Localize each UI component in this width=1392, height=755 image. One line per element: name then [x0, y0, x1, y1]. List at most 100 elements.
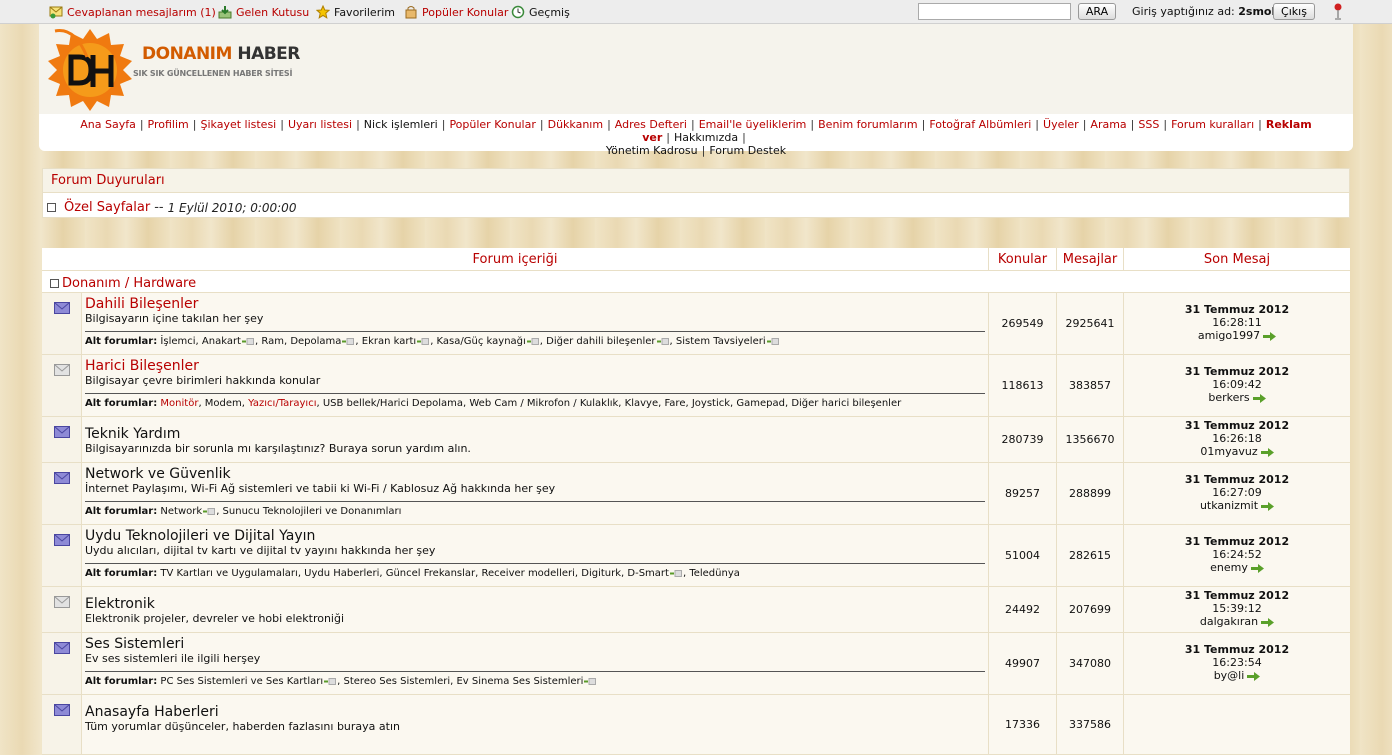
subforum-link[interactable]: Klavye, Fare, Joystick, Gamepad — [625, 398, 785, 409]
nav-link[interactable]: Forum Destek — [709, 144, 786, 157]
last-post-user-link[interactable]: enemy — [1210, 561, 1248, 574]
subforum-link[interactable]: Sistem Tavsiyeleri — [676, 336, 766, 347]
go-to-last-post-arrow-icon[interactable] — [1247, 671, 1261, 681]
forum-title-link[interactable]: Ses Sistemleri — [85, 636, 988, 652]
go-to-last-post-arrow-icon[interactable] — [1250, 563, 1264, 573]
go-to-last-post-arrow-icon[interactable] — [1260, 447, 1274, 457]
nav-link[interactable]: Ana Sayfa — [80, 118, 136, 131]
favorites-link[interactable]: Favorilerim — [316, 4, 395, 20]
subforum-link[interactable]: Ram — [261, 336, 284, 347]
posts-count-cell: 207699 — [1056, 587, 1123, 632]
posts-count: 288899 — [1069, 487, 1111, 500]
nav-link[interactable]: Benim forumlarım — [818, 118, 917, 131]
last-post-date: 31 Temmuz 2012 — [1184, 303, 1290, 316]
nav-separator: | — [810, 118, 815, 131]
popular-topics-link[interactable]: Popüler Konular — [404, 4, 508, 20]
topics-count: 49907 — [1005, 657, 1040, 670]
forum-title-link[interactable]: Anasayfa Haberleri — [85, 704, 988, 720]
forum-description: Bilgisayar çevre birimleri hakkında konu… — [85, 374, 321, 387]
nav-link[interactable]: Forum kuralları — [1171, 118, 1254, 131]
subforum-link[interactable]: Diğer dahili bileşenler — [546, 336, 655, 347]
forum-title-link[interactable]: Dahili Bileşenler — [85, 296, 988, 312]
subforum-link[interactable]: Receiver modelleri — [482, 568, 575, 579]
go-to-last-post-arrow-icon[interactable] — [1261, 501, 1275, 511]
subforum-link[interactable]: Ev Sinema Ses Sistemleri — [456, 676, 583, 687]
subforum-link[interactable]: Sunucu Teknolojileri ve Donanımları — [223, 506, 402, 517]
inbox-link[interactable]: Gelen Kutusu — [218, 4, 309, 20]
nav-separator: | — [1258, 118, 1262, 131]
forum-info-cell: Harici Bileşenler Bilgisayar çevre biriml… — [83, 355, 988, 416]
forum-row: Elektronik Elektronik projeler, devreler … — [42, 587, 1350, 633]
table-header: Forum içeriği Konular Mesajlar Son Mesaj — [42, 248, 1350, 271]
subforum-link[interactable]: Web Cam / Mikrofon / Kulaklık — [469, 398, 618, 409]
donanimhaber-logo-icon[interactable] — [45, 27, 135, 113]
nav-link[interactable]: Fotoğraf Albümleri — [929, 118, 1031, 131]
last-post-user-link[interactable]: utkanizmit — [1200, 499, 1258, 512]
nav-link[interactable]: Yönetim Kadrosu — [606, 144, 698, 157]
subforum-link[interactable]: İşlemci — [160, 336, 195, 347]
announcement-link[interactable]: Özel Sayfalar — [64, 200, 150, 215]
forum-title-link[interactable]: Network ve Güvenlik — [85, 466, 988, 482]
subforum-link[interactable]: Yazıcı/Tarayıcı — [248, 398, 316, 409]
subforum-link[interactable]: Network — [160, 506, 202, 517]
subforum-link[interactable]: Kasa/Güç kaynağı — [437, 336, 526, 347]
search-button[interactable]: ARA — [1078, 3, 1116, 20]
forum-description: Bilgisayarın içine takılan her şey — [85, 312, 264, 325]
subforum-link[interactable]: Teledünya — [689, 568, 740, 579]
replied-messages-link[interactable]: Cevaplanan mesajlarım (1) — [49, 4, 216, 20]
subforum-link[interactable]: PC Ses Sistemleri ve Ses Kartları — [160, 676, 323, 687]
subforum-link[interactable]: Modem — [205, 398, 242, 409]
subforum-link[interactable]: Monitör — [160, 398, 198, 409]
forum-title-link[interactable]: Elektronik — [85, 596, 988, 612]
nav-separator: | — [1082, 118, 1087, 131]
subforum-link[interactable]: USB bellek/Harici Depolama — [323, 398, 463, 409]
nav-link[interactable]: Popüler Konular — [449, 118, 535, 131]
nav-separator: | — [701, 144, 706, 157]
last-post-user-link[interactable]: amigo1997 — [1198, 329, 1260, 342]
nav-link[interactable]: Şikayet listesi — [200, 118, 276, 131]
subforum-link[interactable]: Digiturk — [581, 568, 621, 579]
nav-link[interactable]: Üyeler — [1043, 118, 1079, 131]
subforum-link[interactable]: Ekran kartı — [362, 336, 416, 347]
nav-link[interactable]: Hakkımızda — [674, 131, 738, 144]
nav-link[interactable]: Email'le üyeliklerim — [699, 118, 807, 131]
search-input[interactable] — [918, 3, 1071, 20]
go-to-last-post-arrow-icon[interactable] — [1263, 331, 1277, 341]
forum-title-link[interactable]: Teknik Yardım — [85, 426, 988, 442]
nav-separator: | — [356, 118, 360, 131]
nav-link[interactable]: Arama — [1090, 118, 1126, 131]
last-post-date: 31 Temmuz 2012 — [1184, 535, 1290, 548]
subforum-link[interactable]: Uydu Haberleri — [304, 568, 379, 579]
logout-button[interactable]: Çıkış — [1273, 3, 1315, 20]
subforum-link[interactable]: Stereo Ses Sistemleri — [344, 676, 451, 687]
forum-title-link[interactable]: Uydu Teknolojileri ve Dijital Yayın — [85, 528, 988, 544]
last-post-user-link[interactable]: 01myavuz — [1200, 445, 1257, 458]
last-post-date: 31 Temmuz 2012 — [1184, 643, 1290, 656]
nav-link[interactable]: Dükkanım — [548, 118, 603, 131]
history-link[interactable]: Geçmiş — [511, 4, 570, 20]
nav-link[interactable]: SSS — [1138, 118, 1159, 131]
forum-title-link[interactable]: Harici Bileşenler — [85, 358, 988, 374]
last-post-cell: 31 Temmuz 2012 16:09:42 berkers — [1123, 355, 1350, 416]
nav-link[interactable]: Adres Defteri — [615, 118, 687, 131]
subforum-link[interactable]: TV Kartları ve Uygulamaları — [160, 568, 297, 579]
go-to-last-post-arrow-icon[interactable] — [1252, 393, 1266, 403]
nav-link[interactable]: Profilim — [148, 118, 189, 131]
subforum-link[interactable]: D-Smart — [627, 568, 669, 579]
last-post-user-link[interactable]: berkers — [1208, 391, 1249, 404]
pin-icon[interactable] — [1333, 3, 1343, 21]
subforums-label: Alt forumlar: — [85, 676, 158, 687]
category-link[interactable]: Donanım / Hardware — [62, 276, 196, 291]
last-post-user-link[interactable]: by@li — [1214, 669, 1245, 682]
subforum-link[interactable]: Anakart — [202, 336, 241, 347]
divider — [85, 331, 985, 332]
subforum-link[interactable]: Diğer harici bileşenler — [791, 398, 901, 409]
go-to-last-post-arrow-icon[interactable] — [1261, 617, 1275, 627]
nav-link[interactable]: Uyarı listesi — [288, 118, 352, 131]
subforum-link[interactable]: Güncel Frekanslar — [386, 568, 475, 579]
forum-status-cell — [42, 417, 82, 462]
subforum-link[interactable]: Depolama — [290, 336, 341, 347]
posts-count-cell: 2925641 — [1056, 293, 1123, 354]
nav-link[interactable]: Nick işlemleri — [364, 118, 438, 131]
last-post-user-link[interactable]: dalgakıran — [1200, 615, 1258, 628]
